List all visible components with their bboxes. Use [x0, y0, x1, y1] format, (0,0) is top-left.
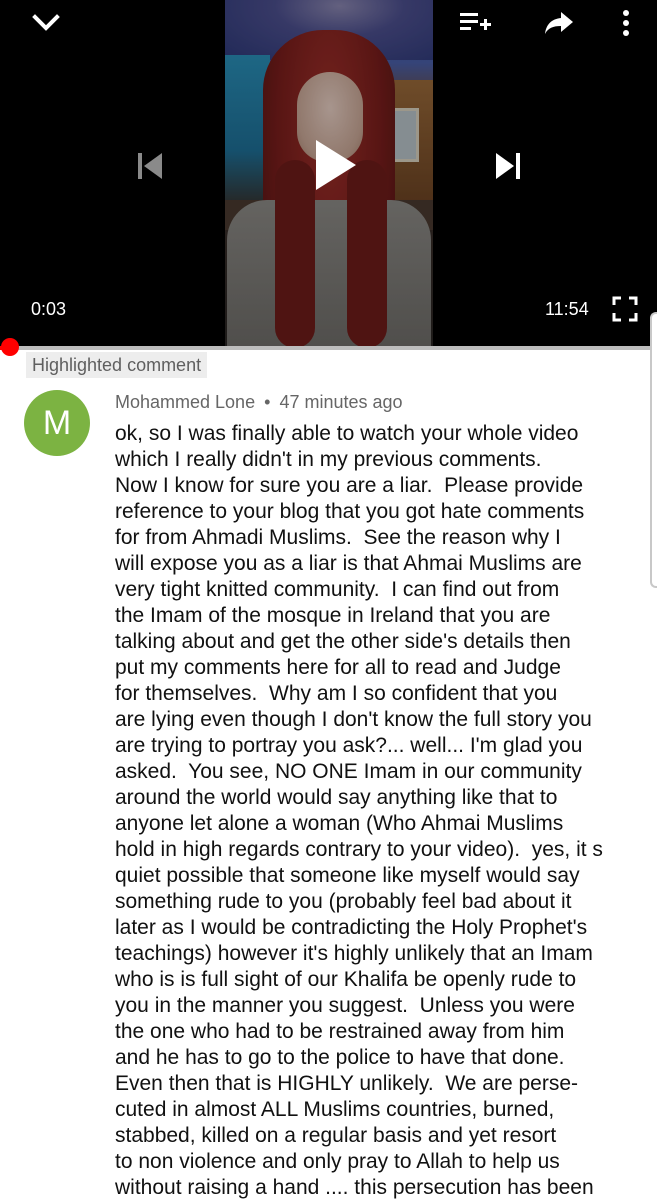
add-to-queue-icon: [460, 13, 491, 30]
comment-line: the one who had to be restrained away fr…: [115, 1020, 565, 1043]
comment-line: quiet possible that someone like myself …: [115, 864, 580, 887]
meta-separator: •: [264, 392, 271, 412]
comment-line: cuted in almost ALL Muslims countries, b…: [115, 1098, 555, 1121]
comment-line: and he has to go to the police to have t…: [115, 1046, 565, 1069]
chevron-down-icon: [32, 14, 60, 31]
comment-line: around the world would say anything like…: [115, 786, 558, 809]
comment-meta: Mohammed Lone • 47 minutes ago: [115, 390, 403, 414]
comment-text: ok, so I was finally able to watch your …: [115, 421, 643, 1199]
comment-line: put my comments here for all to read and…: [115, 656, 561, 679]
highlighted-comment-badge: Highlighted comment: [26, 352, 208, 378]
youtube-watch-page: 0:03 11:54 Highlighted comment M Mohamme…: [0, 0, 657, 1199]
previous-button[interactable]: [126, 142, 174, 190]
fullscreen-icon: [612, 296, 638, 322]
comment-line: stabbed, killed on a regular basis and y…: [115, 1124, 557, 1147]
comment-line: teachings) however it's highly unlikely …: [115, 942, 593, 965]
avatar[interactable]: M: [24, 390, 90, 456]
comment-line: who is is full sight of our Khalifa be o…: [115, 968, 577, 991]
play-button[interactable]: [302, 132, 368, 198]
next-button[interactable]: [484, 142, 532, 190]
comment-author[interactable]: Mohammed Lone: [115, 392, 255, 412]
minimize-button[interactable]: [26, 6, 66, 40]
skip-previous-icon: [138, 153, 162, 179]
comment-line: without raising a hand .... this persecu…: [115, 1176, 594, 1199]
comment-line: which I really didn't in my previous com…: [115, 448, 542, 471]
progress-track[interactable]: [0, 346, 657, 350]
comment-line: to non violence and only pray to Allah t…: [115, 1150, 560, 1173]
current-time: 0:03: [31, 299, 67, 319]
comment-line: Even then that is HIGHLY unlikely. We ar…: [115, 1072, 578, 1095]
comment-line: reference to your blog that you got hate…: [115, 500, 585, 523]
comment-line: very tight knitted community. I can find…: [115, 578, 560, 601]
comment-line: later as I would be contradicting the Ho…: [115, 916, 588, 939]
more-vertical-icon: [623, 10, 629, 36]
scroll-indicator[interactable]: [650, 312, 657, 588]
total-duration: 11:54: [545, 299, 589, 319]
comment-line: anyone let alone a woman (Who Ahmai Musl…: [115, 812, 564, 835]
play-icon: [316, 140, 356, 190]
comment-line: for from Ahmadi Muslims. See the reason …: [115, 526, 561, 549]
progress-scrubber[interactable]: [1, 338, 19, 356]
skip-next-icon: [496, 153, 520, 179]
share-icon: [545, 12, 573, 34]
comment-line: the Imam of the mosque in Ireland that y…: [115, 604, 551, 627]
comment-line: for themselves. Why am I so confident th…: [115, 682, 558, 705]
comment-line: are lying even though I don't know the f…: [115, 708, 592, 731]
more-options-button[interactable]: [610, 6, 642, 40]
comment-line: are trying to portray you ask?... well..…: [115, 734, 583, 757]
comment-line: something rude to you (probably feel bad…: [115, 890, 572, 913]
comment-line: will expose you as a liar is that Ahmai …: [115, 552, 582, 575]
fullscreen-button[interactable]: [608, 294, 642, 324]
share-button[interactable]: [538, 6, 580, 40]
comment-line: talking about and get the other side's d…: [115, 630, 571, 653]
add-to-queue-button[interactable]: [454, 6, 496, 40]
comment-line: you in the manner you suggest. Unless yo…: [115, 994, 575, 1017]
comment-timestamp: 47 minutes ago: [279, 392, 403, 412]
video-player[interactable]: 0:03 11:54: [0, 0, 657, 348]
comment-line: hold in high regards contrary to your vi…: [115, 838, 603, 861]
comment-line: asked. You see, NO ONE Imam in our commu…: [115, 760, 582, 783]
comment-line: ok, so I was finally able to watch your …: [115, 422, 579, 445]
comment-line: Now I know for sure you are a liar. Plea…: [115, 474, 584, 497]
